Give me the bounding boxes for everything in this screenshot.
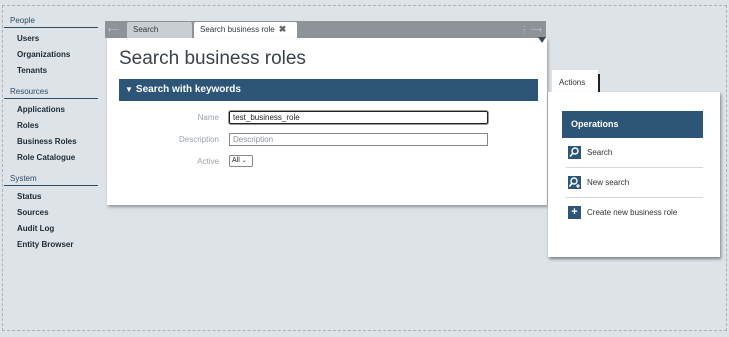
sidebar-item-applications[interactable]: Applications: [17, 102, 98, 118]
sidebar-item-entity-browser[interactable]: Entity Browser: [17, 237, 98, 253]
create-business-role-action[interactable]: + Create new business role: [566, 198, 703, 228]
actions-panel: Operations Search New search + Create ne…: [548, 92, 720, 257]
collapse-triangle-icon: ▼: [125, 85, 133, 94]
active-select-value: All: [232, 157, 240, 164]
search-icon: [568, 146, 581, 159]
new-search-action[interactable]: New search: [566, 168, 703, 198]
sidebar-item-sources[interactable]: Sources: [17, 205, 98, 221]
search-keywords-header[interactable]: ▼ Search with keywords: [119, 79, 538, 101]
sidebar-item-users[interactable]: Users: [17, 31, 98, 47]
sidebar-item-business-roles[interactable]: Business Roles: [17, 134, 98, 150]
sidebar: People Users Organizations Tenants Resou…: [4, 12, 98, 257]
sidebar-section-people: People: [4, 12, 98, 28]
tab-label: Search business role: [200, 25, 275, 34]
active-label: Active: [197, 157, 219, 166]
search-action-label: Search: [587, 148, 613, 157]
tab-search-business-role[interactable]: Search business role ✖: [194, 22, 297, 38]
actions-tab[interactable]: Actions: [552, 70, 598, 92]
tab-search-user[interactable]: Search user✖: [127, 22, 192, 49]
main-panel: Search business roles ▼ Search with keywo…: [107, 38, 547, 205]
sidebar-section-resources: Resources: [4, 83, 98, 99]
name-input[interactable]: [229, 111, 488, 124]
close-icon[interactable]: ✖: [279, 24, 287, 34]
chevron-down-icon: ⌄: [241, 158, 247, 164]
description-input[interactable]: [229, 133, 488, 146]
search-action[interactable]: Search: [566, 138, 703, 168]
sidebar-item-roles[interactable]: Roles: [17, 118, 98, 134]
plus-icon: +: [568, 206, 581, 219]
sidebar-item-tenants[interactable]: Tenants: [17, 63, 98, 79]
create-business-role-label: Create new business role: [587, 208, 678, 217]
back-arrow-icon[interactable]: ⟵: [108, 25, 119, 34]
section-title: Search with keywords: [135, 84, 241, 95]
tab-bar: ⟵ Search user✖ Search business role ✖ ⋮ ⟶: [105, 21, 546, 49]
sidebar-item-audit-log[interactable]: Audit Log: [17, 221, 98, 237]
page-title: Search business roles: [119, 48, 306, 69]
description-label: Description: [178, 135, 219, 144]
sidebar-item-organizations[interactable]: Organizations: [17, 47, 98, 63]
sidebar-item-role-catalogue[interactable]: Role Catalogue: [17, 150, 98, 166]
tab-controls-icon[interactable]: ⋮ ⟶: [520, 25, 542, 34]
operations-header: Operations: [562, 111, 703, 138]
actions-tab-edge: [598, 74, 600, 92]
name-label: Name: [197, 113, 219, 122]
new-search-action-label: New search: [587, 178, 630, 187]
new-search-icon: [568, 176, 581, 189]
active-select[interactable]: All ⌄: [229, 155, 253, 167]
panel-corner-marker: [538, 37, 546, 43]
sidebar-section-system: System: [4, 170, 98, 186]
sidebar-item-status[interactable]: Status: [17, 189, 98, 205]
